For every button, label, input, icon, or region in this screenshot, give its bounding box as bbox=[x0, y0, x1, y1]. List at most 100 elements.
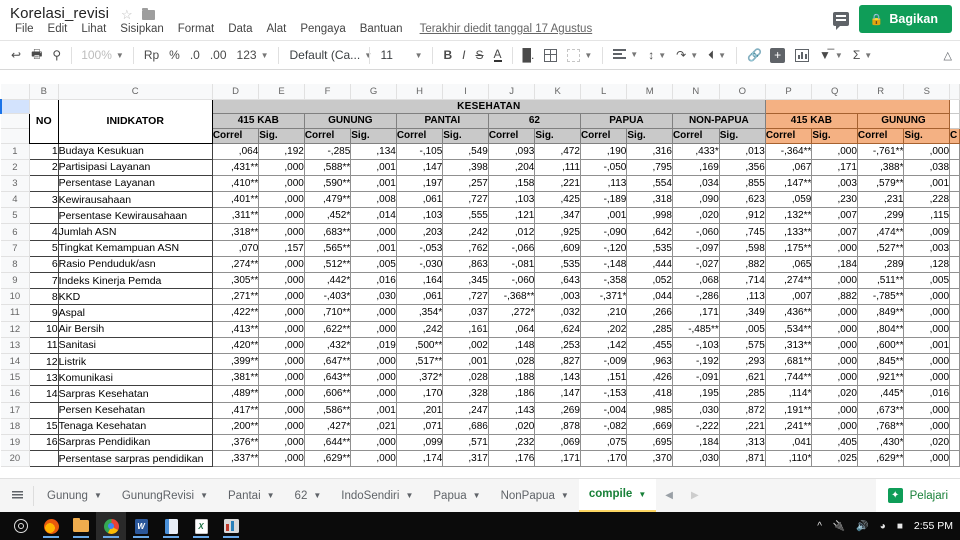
value-cell[interactable]: ,067 bbox=[764, 158, 813, 176]
row-number-cell[interactable]: 11 bbox=[28, 336, 59, 354]
value-cell[interactable]: ,147** bbox=[764, 174, 813, 193]
value-cell[interactable]: ,190 bbox=[579, 142, 628, 160]
value-cell[interactable]: ,420** bbox=[211, 336, 260, 354]
value-cell[interactable]: ,289 bbox=[856, 255, 905, 274]
strikethrough-button[interactable]: S bbox=[471, 46, 489, 64]
value-cell[interactable]: ,000 bbox=[350, 433, 397, 452]
menu-bantuan[interactable]: Bantuan bbox=[353, 20, 410, 38]
row-header[interactable]: 3 bbox=[1, 174, 30, 193]
value-cell[interactable]: ,372* bbox=[395, 369, 444, 387]
indicator-cell[interactable]: Persen Kesehatan bbox=[57, 401, 213, 419]
value-cell[interactable]: ,191** bbox=[764, 401, 813, 419]
indicator-cell[interactable]: Listrik bbox=[57, 352, 213, 371]
value-cell[interactable]: ,845** bbox=[856, 352, 905, 371]
functions-sigma-icon[interactable]: Σ ▼ bbox=[848, 46, 877, 64]
value-cell-partial[interactable] bbox=[949, 288, 960, 306]
row-number-cell[interactable]: 14 bbox=[28, 385, 59, 403]
value-cell[interactable]: -,148 bbox=[579, 255, 628, 274]
value-cell[interactable]: ,221 bbox=[718, 417, 766, 435]
column-header-J[interactable]: J bbox=[487, 84, 536, 100]
table-row[interactable]: 20 Persentase sarpras pendidikan ,337** ,00… bbox=[1, 450, 960, 468]
indicator-cell[interactable]: Jumlah ASN bbox=[57, 223, 213, 241]
value-cell[interactable]: ,001 bbox=[350, 239, 397, 257]
value-cell[interactable]: ,686 bbox=[442, 417, 489, 435]
row-number-cell[interactable]: 1 bbox=[28, 142, 59, 160]
value-cell[interactable]: ,417** bbox=[211, 401, 260, 419]
column-header-F[interactable]: F bbox=[303, 84, 352, 100]
excel-icon[interactable]: X bbox=[186, 512, 216, 540]
value-cell[interactable]: ,000 bbox=[811, 271, 858, 290]
value-cell[interactable]: ,003 bbox=[811, 174, 858, 193]
value-cell[interactable]: ,727 bbox=[442, 288, 489, 306]
value-cell[interactable]: ,114* bbox=[764, 385, 813, 403]
value-cell[interactable]: -,060 bbox=[671, 223, 720, 241]
value-cell[interactable]: ,624 bbox=[534, 320, 581, 338]
value-cell[interactable]: ,998 bbox=[626, 207, 673, 225]
value-cell-partial[interactable] bbox=[949, 450, 960, 468]
value-cell[interactable]: ,231 bbox=[856, 191, 905, 209]
value-cell[interactable]: ,590** bbox=[303, 174, 352, 193]
value-cell[interactable]: ,093 bbox=[487, 142, 536, 160]
value-cell[interactable]: ,444 bbox=[626, 255, 673, 274]
last-edit-label[interactable]: Terakhir diedit tanggal 17 Agustus bbox=[420, 23, 593, 35]
value-cell[interactable]: ,009 bbox=[903, 223, 951, 241]
value-cell[interactable]: ,479** bbox=[303, 191, 352, 209]
column-header-O[interactable]: O bbox=[718, 84, 766, 100]
value-cell[interactable]: ,609 bbox=[534, 239, 581, 257]
value-cell[interactable]: ,161 bbox=[442, 320, 489, 338]
value-cell[interactable]: ,643** bbox=[303, 369, 352, 387]
value-cell[interactable]: ,000 bbox=[258, 450, 305, 468]
indicator-cell[interactable]: Sarpras Pendidikan bbox=[57, 433, 213, 452]
row-number-cell[interactable]: 6 bbox=[28, 255, 59, 274]
value-cell[interactable]: ,000 bbox=[258, 352, 305, 371]
table-row[interactable]: 1 1 Budaya Kesukuan ,064,192 -,285,134 -,105,… bbox=[1, 142, 960, 160]
row-header[interactable]: 14 bbox=[1, 352, 30, 371]
value-cell[interactable]: -,050 bbox=[579, 158, 628, 176]
font-size-selector[interactable]: 11 ▼ bbox=[375, 46, 427, 64]
value-cell[interactable]: ,000 bbox=[350, 369, 397, 387]
spss-icon[interactable] bbox=[216, 512, 246, 540]
value-cell-partial[interactable] bbox=[949, 385, 960, 403]
row-header[interactable]: 7 bbox=[1, 239, 30, 257]
value-cell[interactable]: ,133** bbox=[764, 223, 813, 241]
value-cell[interactable]: -,027 bbox=[671, 255, 720, 274]
value-cell[interactable]: ,103 bbox=[487, 191, 536, 209]
undo-icon[interactable]: ↩ bbox=[6, 46, 26, 64]
horizontal-align-icon[interactable]: ▼ bbox=[608, 47, 643, 63]
table-row[interactable]: 7 5 Tingkat Kemampuan ASN ,070,157,565** ,00… bbox=[1, 239, 960, 257]
value-cell[interactable]: ,016 bbox=[350, 271, 397, 290]
value-cell[interactable]: ,020 bbox=[903, 433, 951, 452]
row-header[interactable]: 9 bbox=[1, 271, 30, 290]
value-cell[interactable]: ,000 bbox=[350, 385, 397, 403]
row-number-cell[interactable]: 13 bbox=[28, 369, 59, 387]
value-cell[interactable]: ,184 bbox=[811, 255, 858, 274]
value-cell[interactable]: ,147 bbox=[534, 385, 581, 403]
value-cell[interactable]: ,061 bbox=[395, 191, 444, 209]
value-cell[interactable]: ,642 bbox=[626, 223, 673, 241]
value-cell[interactable]: ,000 bbox=[903, 401, 951, 419]
column-header-R[interactable]: R bbox=[856, 84, 905, 100]
value-cell[interactable]: ,744** bbox=[764, 369, 813, 387]
value-cell[interactable]: ,148 bbox=[487, 336, 536, 354]
row-header[interactable]: 10 bbox=[1, 288, 30, 306]
column-header-D[interactable]: D bbox=[211, 84, 260, 100]
value-cell[interactable]: ,871 bbox=[718, 450, 766, 468]
comment-icon[interactable] bbox=[832, 12, 849, 30]
value-cell[interactable]: ,643 bbox=[534, 271, 581, 290]
more-formats-button[interactable]: 123 ▼ bbox=[232, 46, 274, 64]
row-header[interactable]: 4 bbox=[1, 191, 30, 209]
value-cell[interactable]: ,512** bbox=[303, 255, 352, 274]
value-cell[interactable]: ,007 bbox=[764, 288, 813, 306]
value-cell[interactable]: ,762 bbox=[442, 239, 489, 257]
insert-link-icon[interactable]: 🔗 bbox=[742, 46, 765, 64]
value-cell[interactable]: ,241** bbox=[764, 417, 813, 435]
value-cell[interactable]: ,068 bbox=[671, 271, 720, 290]
value-cell[interactable]: ,000 bbox=[258, 207, 305, 225]
row-header[interactable]: 15 bbox=[1, 369, 30, 387]
value-cell[interactable]: ,452* bbox=[303, 207, 352, 225]
chevron-down-icon[interactable]: ▼ bbox=[313, 491, 321, 500]
menu-pengaya[interactable]: Pengaya bbox=[293, 20, 352, 38]
value-cell[interactable]: ,318 bbox=[626, 191, 673, 209]
table-row[interactable]: 3 Persentase Layanan ,410** ,000,590** ,001,… bbox=[1, 174, 960, 193]
text-color-button[interactable]: A bbox=[489, 46, 507, 64]
